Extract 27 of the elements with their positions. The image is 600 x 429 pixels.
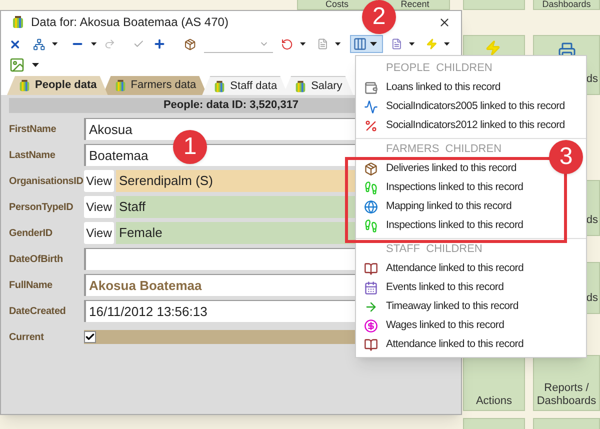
field-label: LastName <box>9 148 56 162</box>
menu-heading: STAFF CHILDREN <box>386 242 482 258</box>
tile-label: Dashboards <box>542 0 591 9</box>
tile-label: Reports / Dashboards <box>536 382 598 408</box>
field-value: Akosua <box>89 120 132 139</box>
field-label: FirstName <box>9 122 58 136</box>
window-title: Data for: Akosua Boatemaa (AS 470) <box>31 14 228 31</box>
field-value: Akosua Boatemaa <box>89 276 202 295</box>
field-value: Staff <box>119 198 146 216</box>
tile-label: Recent <box>400 0 430 9</box>
tile-label: ds <box>586 292 598 305</box>
field-value: Boatemaa <box>89 146 148 165</box>
tile-label: Costs <box>325 0 348 9</box>
field-label: OrganisationsID <box>9 174 84 188</box>
field-label: Current <box>9 330 45 344</box>
field-label: GenderID <box>9 226 54 240</box>
tile-label: Actions <box>476 395 512 408</box>
field-label: DateCreated <box>9 304 67 318</box>
field-label: DateOfBirth <box>9 252 64 266</box>
menu-heading: PEOPLE CHILDREN <box>386 61 492 76</box>
field-value: Serendipalm (S) <box>119 172 213 190</box>
field-label: FullName <box>9 278 54 292</box>
field-value: Female <box>119 224 162 242</box>
tile-label: ds <box>586 73 598 86</box>
field-value: 16/11/2012 13:56:13 <box>89 302 208 321</box>
tile-label: ds <box>586 214 598 227</box>
field-label: PersonTypeID <box>9 200 74 214</box>
